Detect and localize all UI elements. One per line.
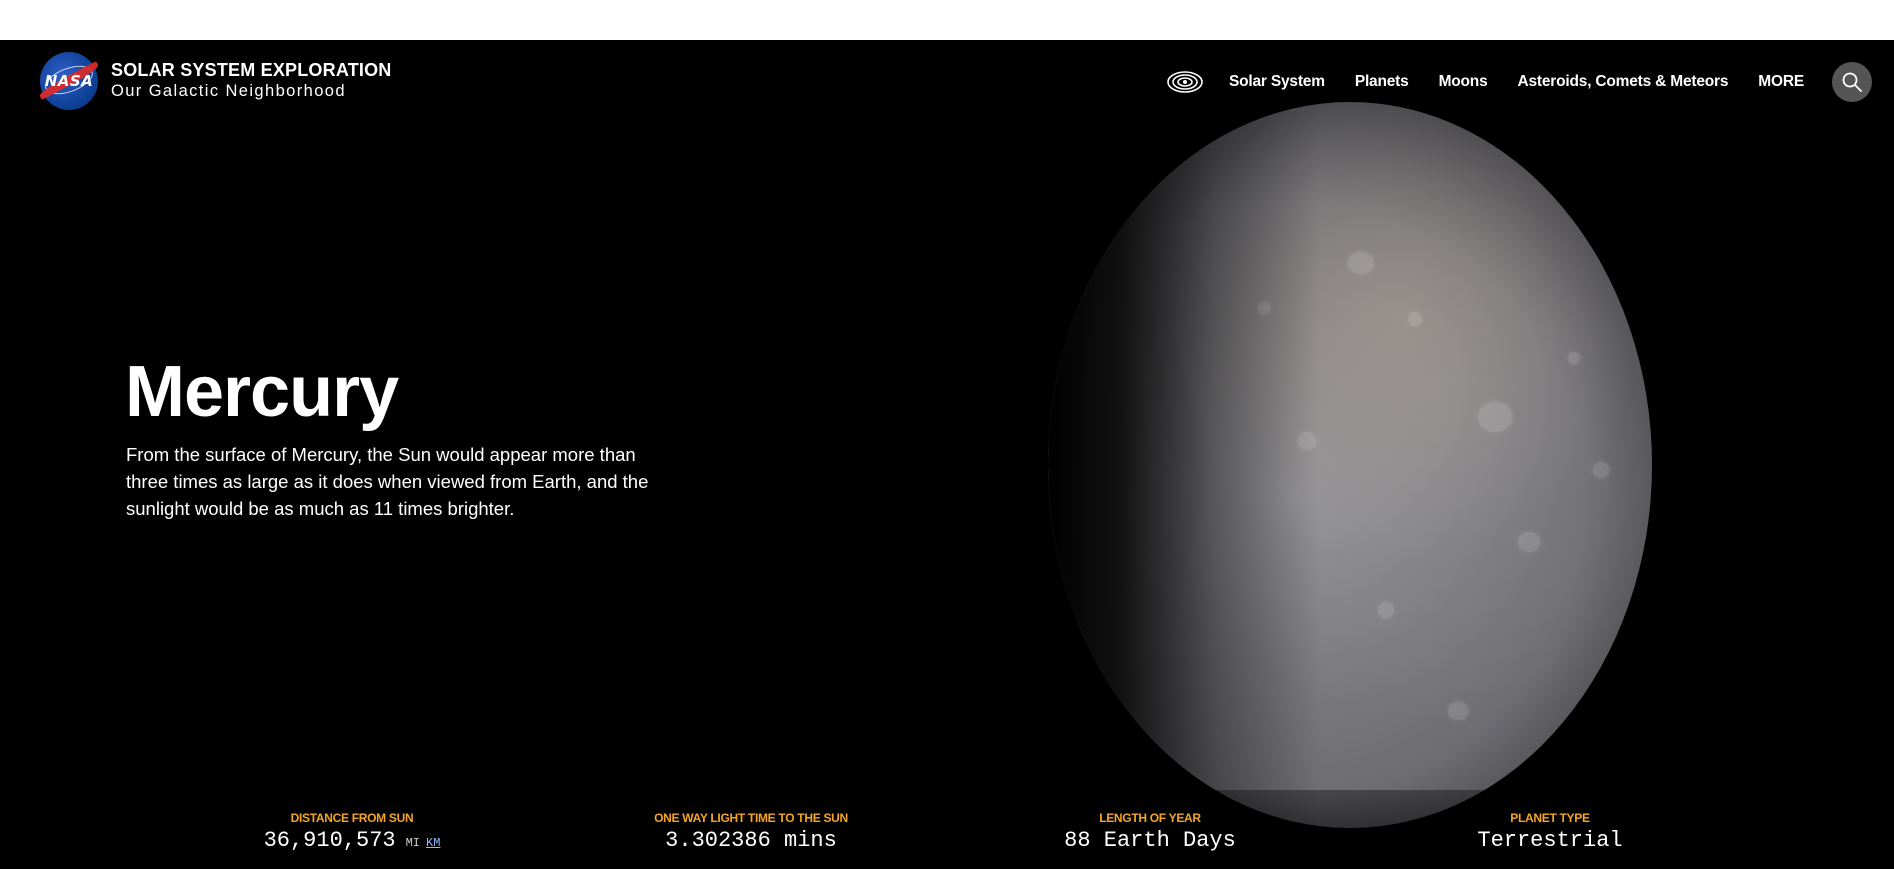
stat-length-of-year: LENGTH OF YEAR 88 Earth Days bbox=[1050, 810, 1250, 855]
stat-light-time-to-sun: ONE WAY LIGHT TIME TO THE SUN 3.302386 m… bbox=[636, 810, 866, 855]
stat-value: 88 Earth Days bbox=[1064, 828, 1236, 853]
stat-label: ONE WAY LIGHT TIME TO THE SUN bbox=[654, 811, 848, 825]
unit-km-link[interactable]: KM bbox=[426, 836, 440, 850]
browser-top-strip bbox=[0, 0, 1894, 40]
stat-label: PLANET TYPE bbox=[1510, 811, 1590, 825]
mercury-planet-image bbox=[1048, 102, 1652, 828]
nav-planets[interactable]: Planets bbox=[1355, 73, 1409, 91]
stat-distance-from-sun: DISTANCE FROM SUN 36,910,573 MI KM bbox=[250, 810, 454, 857]
page-title: Mercury bbox=[125, 352, 399, 432]
stat-planet-type: PLANET TYPE Terrestrial bbox=[1450, 810, 1650, 855]
nasa-meatball-icon: NASA bbox=[37, 52, 101, 110]
site-subtitle: Our Galactic Neighborhood bbox=[111, 82, 346, 100]
nasa-logo-text: NASA bbox=[44, 72, 94, 90]
stat-value: Terrestrial bbox=[1477, 828, 1623, 853]
site-title: SOLAR SYSTEM EXPLORATION bbox=[111, 60, 392, 80]
stat-value: 3.302386 mins bbox=[665, 828, 837, 853]
search-button[interactable] bbox=[1832, 62, 1872, 102]
stat-label: DISTANCE FROM SUN bbox=[290, 811, 414, 825]
unit-mi[interactable]: MI bbox=[406, 836, 420, 850]
hero-section: NASA SOLAR SYSTEM EXPLORATION Our Galact… bbox=[0, 40, 1894, 869]
nav-moons[interactable]: Moons bbox=[1439, 73, 1488, 91]
site-logo-link[interactable]: NASA SOLAR SYSTEM EXPLORATION Our Galact… bbox=[37, 52, 392, 110]
nav-more[interactable]: MORE bbox=[1758, 73, 1804, 91]
nav-solar-system[interactable]: Solar System bbox=[1229, 73, 1325, 91]
search-icon bbox=[1842, 72, 1862, 92]
hero-description: From the surface of Mercury, the Sun wou… bbox=[126, 444, 649, 519]
stat-label: LENGTH OF YEAR bbox=[1099, 811, 1201, 825]
nav-asteroids-comets-meteors[interactable]: Asteroids, Comets & Meteors bbox=[1518, 73, 1729, 91]
solar-system-orbit-icon[interactable] bbox=[1165, 67, 1205, 97]
main-navigation: Solar System Planets Moons Asteroids, Co… bbox=[1165, 62, 1872, 102]
stat-value: 36,910,573 bbox=[263, 828, 396, 853]
